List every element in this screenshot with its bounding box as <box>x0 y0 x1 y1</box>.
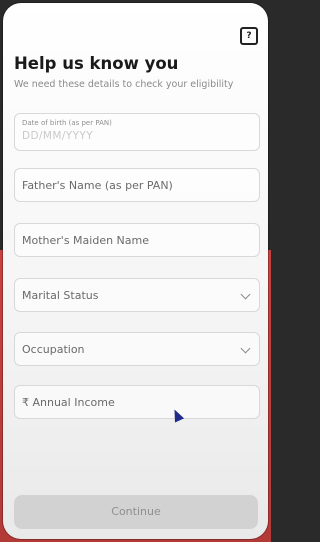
annual-income-label: ₹ Annual Income <box>22 396 115 409</box>
help-icon[interactable]: ? <box>240 27 258 45</box>
page-title: Help us know you <box>14 54 179 73</box>
marital-status-label: Marital Status <box>22 289 99 302</box>
occupation-label: Occupation <box>22 343 85 356</box>
marital-status-select[interactable]: Marital Status <box>14 278 260 312</box>
dob-field[interactable]: Date of birth (as per PAN) DD/MM/YYYY <box>14 113 260 151</box>
father-name-label: Father's Name (as per PAN) <box>22 179 173 192</box>
mother-maiden-name-label: Mother's Maiden Name <box>22 234 150 247</box>
page-subtitle: We need these details to check your elig… <box>14 79 234 90</box>
mother-maiden-name-field[interactable]: Mother's Maiden Name <box>14 223 260 257</box>
dob-placeholder: DD/MM/YYYY <box>22 130 94 142</box>
occupation-select[interactable]: Occupation <box>14 332 260 366</box>
chevron-down-icon <box>240 343 251 354</box>
app-screen: ? Help us know you We need these details… <box>3 3 268 539</box>
annual-income-field[interactable]: ₹ Annual Income <box>14 385 260 419</box>
dob-label: Date of birth (as per PAN) <box>22 119 112 127</box>
continue-button[interactable]: Continue <box>14 495 258 529</box>
father-name-field[interactable]: Father's Name (as per PAN) <box>14 168 260 202</box>
chevron-down-icon <box>240 289 251 300</box>
